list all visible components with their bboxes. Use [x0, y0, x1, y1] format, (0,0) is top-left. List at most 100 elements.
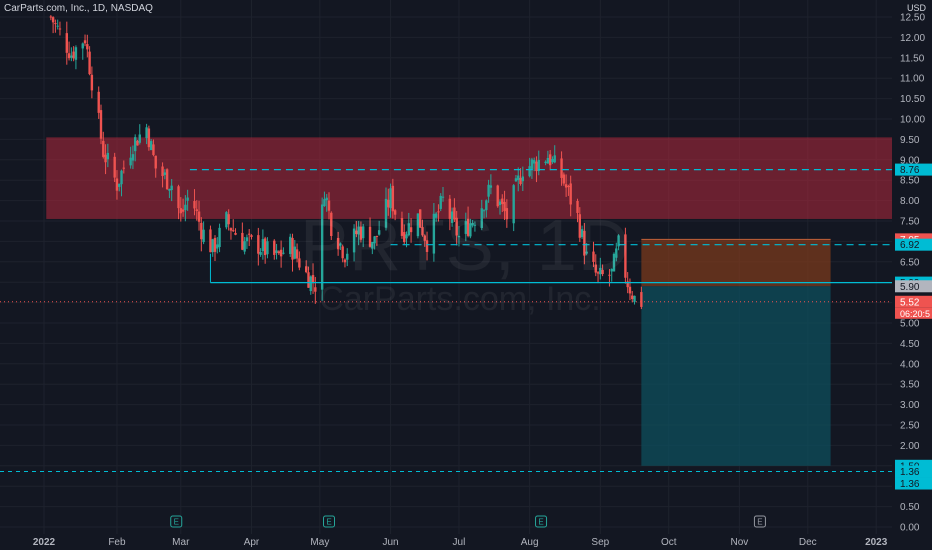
y-tick-label: 5.00	[900, 319, 920, 330]
candle-body	[640, 292, 643, 307]
candle-body	[202, 229, 205, 243]
earnings-markers[interactable]: EEEE	[170, 515, 766, 528]
y-tick-label: 2.00	[900, 441, 920, 452]
candle-body	[227, 214, 230, 225]
candle-body	[131, 154, 135, 161]
candle-body	[487, 184, 490, 197]
candle-body	[501, 198, 504, 204]
x-tick-label: 2022	[33, 537, 56, 548]
earnings-marker-label: E	[757, 518, 762, 527]
candle-body	[218, 227, 221, 248]
candle-body	[149, 141, 153, 151]
candle-body	[177, 186, 180, 209]
candle-body	[546, 158, 550, 164]
candle-body	[551, 158, 554, 163]
candle-body	[72, 51, 75, 59]
y-tick-label: 11.00	[900, 74, 925, 85]
candle-body	[295, 249, 299, 259]
candle-body	[535, 161, 538, 172]
candle-body	[120, 170, 123, 185]
candle-body	[213, 237, 217, 252]
watermark-name: CarParts.com, Inc.	[319, 280, 601, 318]
candle-body	[195, 209, 198, 212]
candle-body	[631, 295, 634, 300]
y-tick-label: 7.50	[900, 217, 920, 228]
candle-body	[179, 208, 182, 214]
candle-body	[514, 178, 518, 182]
price-tag-label: 5.52	[900, 297, 920, 308]
candle-body	[564, 184, 568, 188]
y-tick-label: 8.50	[900, 176, 920, 187]
candle-body	[86, 44, 89, 50]
y-tick-label: 11.50	[900, 53, 925, 64]
candle-body	[633, 295, 636, 302]
x-tick-label: Apr	[244, 537, 260, 548]
candle-body	[163, 172, 167, 175]
candle-body	[245, 237, 249, 242]
candle-body	[136, 140, 139, 146]
y-tick-label: 12.00	[900, 33, 925, 44]
candle-body	[197, 211, 201, 222]
candle-body	[138, 134, 141, 143]
x-tick-label: Sep	[591, 537, 609, 548]
candle-body	[113, 156, 116, 178]
candle-body	[106, 152, 110, 160]
candle-body	[168, 188, 171, 191]
candle-body	[441, 196, 445, 198]
candle-body	[97, 91, 100, 113]
candle-body	[67, 53, 71, 59]
price-tag-label: 8.76	[900, 165, 920, 176]
candle-body	[170, 185, 173, 190]
candle-body	[496, 185, 499, 207]
candle-body	[99, 110, 103, 139]
candle-body	[266, 241, 269, 255]
candle-body	[273, 240, 276, 255]
candle-body	[261, 239, 265, 252]
candle-body	[628, 286, 632, 294]
countdown-label: 06:20:5	[900, 309, 930, 319]
candle-body	[200, 222, 203, 240]
candle-body	[122, 167, 125, 169]
y-tick-label: 4.50	[900, 339, 920, 350]
candle-body	[243, 241, 246, 252]
candle-body	[560, 158, 563, 178]
candle-body	[65, 33, 68, 53]
candle-body	[54, 23, 57, 25]
x-tick-label: Jul	[453, 537, 466, 548]
watermark-ticker: PRTS, 1D	[300, 206, 631, 286]
candle-body	[325, 197, 328, 201]
x-tick-label: Jun	[382, 537, 398, 548]
candle-body	[489, 185, 493, 188]
y-tick-label: 10.00	[900, 115, 925, 126]
candle-body	[211, 239, 214, 253]
candle-body	[118, 183, 121, 187]
candle-body	[544, 161, 547, 164]
candle-body	[115, 178, 119, 191]
candle-body	[530, 159, 534, 169]
candle-body	[569, 183, 572, 205]
candle-body	[83, 40, 87, 44]
y-tick-label: 9.50	[900, 135, 920, 146]
candle-body	[58, 28, 62, 30]
x-tick-label: Mar	[172, 537, 190, 548]
candle-body	[229, 228, 233, 231]
candle-body	[232, 230, 235, 232]
candle-body	[241, 232, 244, 250]
candle-body	[548, 154, 552, 166]
candle-body	[250, 235, 253, 237]
candle-body	[275, 250, 278, 253]
candle-body	[248, 233, 251, 235]
earnings-marker-label: E	[174, 518, 179, 527]
candle-body	[49, 16, 53, 18]
candle-body	[165, 169, 169, 190]
candle-body	[517, 175, 520, 181]
candle-body	[263, 238, 267, 256]
candle-body	[279, 249, 283, 257]
symbol-title[interactable]: CarParts.com, Inc., 1D, NASDAQ	[4, 3, 153, 14]
candle-body	[277, 251, 281, 254]
candle-body	[567, 185, 570, 187]
candle-body	[154, 155, 157, 169]
y-tick-label: 0.00	[900, 523, 920, 534]
y-tick-label: 2.50	[900, 421, 920, 432]
candle-body	[51, 17, 55, 23]
